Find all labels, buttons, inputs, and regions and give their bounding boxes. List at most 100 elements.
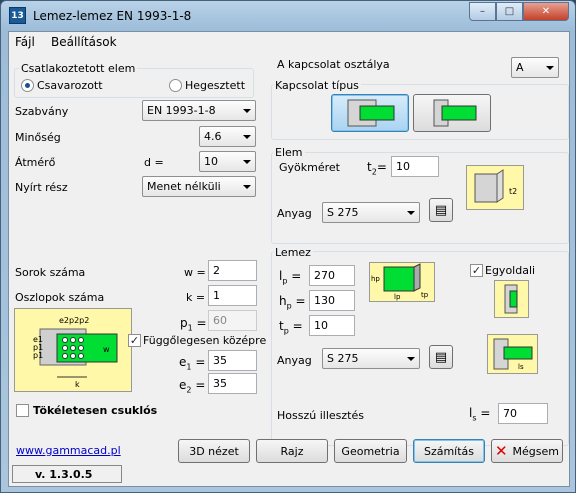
cols-label: Oszlopok száma xyxy=(15,291,105,304)
vcenter-checkbox[interactable]: ✓ xyxy=(128,334,141,347)
standard-select[interactable]: EN 1993-1-8 xyxy=(142,100,256,121)
client-area: Fájl Beállítások Csatlakoztetott elem Cs… xyxy=(8,31,570,487)
chevron-down-icon xyxy=(243,135,251,139)
plate-material-select[interactable]: S 275 xyxy=(322,348,420,369)
chevron-down-icon xyxy=(243,160,251,164)
maximize-button[interactable]: □ xyxy=(496,2,523,21)
lap-length-svg: ls xyxy=(493,338,533,371)
minimize-button[interactable]: – xyxy=(469,2,496,21)
element-material-library-button[interactable]: ▤ xyxy=(429,198,453,222)
throat-label: Gyökméret xyxy=(279,161,340,174)
e2-input[interactable]: 35 xyxy=(208,373,257,394)
tp-eq: = xyxy=(292,319,303,333)
app-window: 13 Lemez-lemez EN 1993-1-8 – □ ✕ Fájl Be… xyxy=(0,0,576,493)
lp-eq: = xyxy=(291,269,302,283)
lp-input[interactable]: 270 xyxy=(309,265,355,286)
menu-bar: Fájl Beállítások xyxy=(9,32,569,52)
shear-label: Nyírt rész xyxy=(15,181,68,194)
hp-label: hp = xyxy=(279,294,306,310)
vcenter-label: Függőlegesen középre xyxy=(143,334,267,347)
type-lap-button[interactable] xyxy=(331,94,409,132)
onesided-checkbox[interactable]: ✓ xyxy=(470,264,483,277)
hp-diagram-text: hp xyxy=(371,275,380,283)
e1-label: e1 = xyxy=(179,355,205,371)
weld-svg: t2 xyxy=(474,169,517,203)
element-group-title: Elem xyxy=(273,146,305,159)
element-material-select[interactable]: S 275 xyxy=(322,202,420,223)
view3d-button[interactable]: 3D nézet xyxy=(178,439,250,463)
title-bar: 13 Lemez-lemez EN 1993-1-8 – □ ✕ xyxy=(1,1,575,31)
website-link[interactable]: www.gammacad.pl xyxy=(16,444,121,457)
hp-sub: p xyxy=(286,301,292,311)
onesided-label: Egyoldali xyxy=(485,264,536,277)
bolt-layout-svg: e2p2p2 e1 p1 p1 w k xyxy=(33,316,118,389)
t2-diagram-text: t2 xyxy=(509,187,517,196)
grade-value: 4.6 xyxy=(204,130,222,143)
cancel-button[interactable]: ✕ Mégsem xyxy=(491,439,563,463)
e2-eq: = xyxy=(195,378,206,392)
rows-input[interactable]: 2 xyxy=(208,260,257,281)
close-button[interactable]: ✕ xyxy=(523,2,569,21)
element-material-label: Anyag xyxy=(277,207,312,220)
bolt-layout-diagram: e2p2p2 e1 p1 p1 w k xyxy=(14,308,132,392)
pinned-checkbox[interactable] xyxy=(16,404,29,417)
grade-select[interactable]: 4.6 xyxy=(199,126,256,147)
p1b-text: p1 xyxy=(33,351,43,360)
e1-eq: = xyxy=(195,355,206,369)
hp-eq: = xyxy=(295,294,306,308)
ls-input[interactable]: 70 xyxy=(498,403,548,424)
shear-select[interactable]: Menet nélküli xyxy=(142,176,256,197)
tp-input[interactable]: 10 xyxy=(309,315,355,336)
lap-length-diagram: ls xyxy=(487,334,538,374)
diameter-value: 10 xyxy=(204,155,218,168)
pinned-label: Tökéletesen csuklós xyxy=(33,404,158,417)
hp-symbol: h xyxy=(279,294,287,308)
welded-radio[interactable] xyxy=(169,79,182,92)
p1-sub: 1 xyxy=(187,323,193,333)
geometry-button[interactable]: Geometria xyxy=(334,439,407,463)
diameter-select[interactable]: 10 xyxy=(199,151,256,172)
p1-eq: = xyxy=(196,316,207,330)
type-group-title: Kapcsolat típus xyxy=(273,79,361,92)
lap-joint-icon xyxy=(347,99,395,127)
e1-input[interactable]: 35 xyxy=(208,350,257,371)
cancel-label: Mégsem xyxy=(512,444,560,458)
p1-input[interactable]: 60 xyxy=(208,310,257,331)
window-title: Lemez-lemez EN 1993-1-8 xyxy=(33,9,192,23)
drawing-button[interactable]: Rajz xyxy=(256,439,328,463)
onesided-diagram xyxy=(494,280,529,318)
type-fin-button[interactable] xyxy=(413,94,491,132)
ls-label: ls = xyxy=(469,406,490,422)
ls-eq: = xyxy=(480,406,491,420)
hp-input[interactable]: 130 xyxy=(309,290,355,311)
t2-eq: = xyxy=(376,160,387,174)
calculate-button[interactable]: Számítás xyxy=(413,439,485,463)
menu-file[interactable]: Fájl xyxy=(15,35,35,49)
menu-settings[interactable]: Beállítások xyxy=(51,35,117,49)
standard-value: EN 1993-1-8 xyxy=(147,104,216,117)
lp-diagram-text: lp xyxy=(394,293,401,301)
t2-label: t2= xyxy=(367,160,387,176)
k-text: k xyxy=(75,380,80,389)
diameter-label: Átmérő xyxy=(15,156,56,169)
lp-sub: p xyxy=(282,276,288,286)
t2-input[interactable]: 10 xyxy=(391,156,439,177)
plate-material-label: Anyag xyxy=(277,354,312,367)
e2-label: e2 = xyxy=(179,378,205,394)
element-material-value: S 275 xyxy=(327,206,359,219)
chevron-down-icon xyxy=(407,357,415,361)
e2p2p2-text: e2p2p2 xyxy=(59,316,89,325)
grade-label: Minőség xyxy=(15,131,61,144)
library-icon: ▤ xyxy=(434,349,448,365)
plate-material-library-button[interactable]: ▤ xyxy=(429,345,453,369)
chevron-down-icon xyxy=(407,211,415,215)
connection-group-title: Csatlakoztetott elem xyxy=(19,62,138,75)
weld-diagram: t2 xyxy=(466,165,524,210)
cols-input[interactable]: 1 xyxy=(208,285,257,306)
e2-sub: 2 xyxy=(186,385,192,395)
bolted-label: Csavarozott xyxy=(37,79,103,92)
class-select[interactable]: A xyxy=(511,57,559,78)
onesided-svg xyxy=(504,284,518,314)
bolted-radio[interactable] xyxy=(21,79,34,92)
library-icon: ▤ xyxy=(434,202,448,218)
